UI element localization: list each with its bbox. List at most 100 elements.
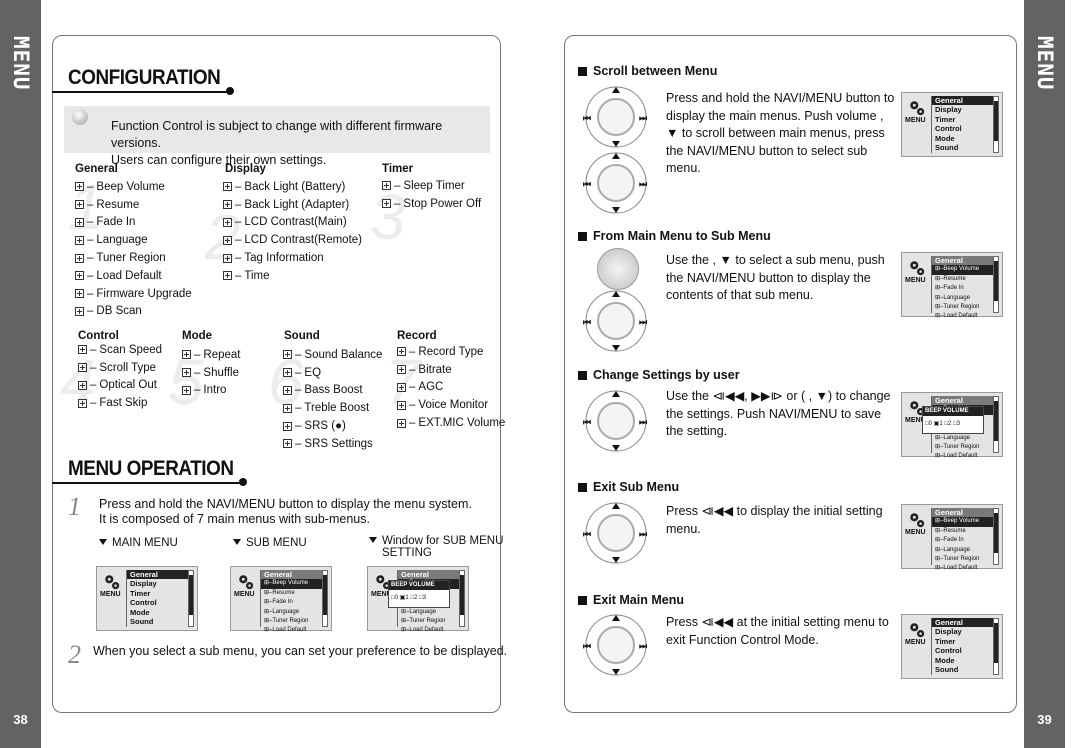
lcd-item-label: Language <box>943 294 971 301</box>
expand-plus-icon <box>223 235 232 245</box>
category-item-list: – Scan Speed – Scroll Type – Optical Out – Fast… <box>78 341 162 412</box>
lcd-menu-item: Control <box>935 124 962 134</box>
title-underline <box>52 482 242 484</box>
category-item-list: – Sleep Timer – Stop Power Off <box>382 177 481 213</box>
expand-plus-icon <box>75 217 84 227</box>
lcd-item-label: Load Default <box>943 313 978 320</box>
navi-wheel-hand-icon: ⏮ ⏭ <box>579 612 653 678</box>
item-label: Shuffle <box>203 366 240 379</box>
lightbulb-note-icon <box>72 109 88 125</box>
lcd-submenu-item: ⊞–Tuner Region <box>401 617 446 624</box>
square-bullet-icon <box>578 66 587 76</box>
lcd-item-label: Language <box>272 608 300 615</box>
item-label: Bitrate <box>418 363 452 376</box>
item-label: Back Light (Adapter) <box>244 198 350 211</box>
tree-dash: – <box>90 361 97 374</box>
tree-dash: – <box>235 234 242 247</box>
navi-button-icon <box>597 248 639 290</box>
svg-text:⏮: ⏮ <box>583 529 591 539</box>
lcd-option-label: 1 <box>939 421 943 427</box>
lcd-menu-item: Timer <box>130 588 151 598</box>
menu-tree-item: – Language <box>75 231 192 249</box>
subsection-heading: Exit Sub Menu <box>578 480 679 494</box>
expand-plus-icon <box>223 182 232 192</box>
item-label: Fade In <box>96 216 136 229</box>
category-item-list: – Repeat – Shuffle – Intro <box>182 346 241 399</box>
menu-tree-item: – Repeat <box>182 346 241 364</box>
lcd-submenu-item: ⊞–Tuner Region <box>264 617 309 624</box>
setting-lcd-screen: MENUGeneral⊞–Beep Volume⊞–Resume⊞–Fade I… <box>367 566 469 633</box>
category-heading: Timer <box>382 163 414 175</box>
lcd-item-label: Language <box>409 608 437 615</box>
tree-dash: – <box>87 216 94 229</box>
expand-plus-icon <box>75 253 84 263</box>
menu-tree-item: – Time <box>223 267 362 285</box>
lcd-header: General <box>932 508 994 518</box>
item-label: Time <box>244 269 270 282</box>
item-label: EQ <box>304 366 322 379</box>
lcd-item-label: Language <box>943 546 971 553</box>
expand-plus-icon <box>75 200 84 210</box>
lcd-item-label: Resume <box>943 527 966 534</box>
lcd-item-label: Load Default <box>272 627 307 634</box>
lcd-scrollbar <box>188 570 194 627</box>
lcd-scrollbar <box>993 256 999 313</box>
item-label: LCD Contrast(Remote) <box>244 234 362 247</box>
menu-tree-item: – Shuffle <box>182 364 241 382</box>
sub-lcd-screen: MENU General ⊞–Beep Volume ⊞–Resume ⊞–Fade I… <box>901 252 1003 320</box>
lcd-option-label: 0 <box>394 595 398 601</box>
svg-text:⏭: ⏭ <box>639 417 648 427</box>
lcd-submenu-item: ⊞–Fade In <box>264 599 293 606</box>
menu-tree-item: – Scan Speed <box>78 341 162 359</box>
expand-plus-icon <box>397 365 406 375</box>
lcd-option: □3 <box>952 421 960 427</box>
lcd-option-label: 3 <box>422 595 426 601</box>
lcd-submenu-item: ⊞–Load Default <box>264 627 307 634</box>
expand-plus-icon <box>182 350 191 360</box>
svg-text:⏭: ⏭ <box>639 641 648 651</box>
lcd-option-label: 3 <box>956 421 960 427</box>
left-side-tab: MENU 38 <box>0 0 41 748</box>
menu-tree-item: – LCD Contrast(Main) <box>223 214 362 232</box>
lcd-item-label: Tuner Region <box>943 303 980 310</box>
tree-dash: – <box>409 417 416 430</box>
expand-plus-icon <box>223 271 232 281</box>
expand-plus-icon <box>223 217 232 227</box>
category-item-list: – Record Type – Bitrate – AGC – Voice Monitor – E… <box>397 343 505 432</box>
item-label: Firmware Upgrade <box>96 287 192 300</box>
expand-plus-icon <box>397 400 406 410</box>
expand-plus-icon <box>78 345 87 355</box>
subsection-text: Use the , ▼ to select a sub menu, push t… <box>666 253 885 302</box>
expand-plus-icon <box>397 418 406 428</box>
item-label: Tag Information <box>244 252 324 265</box>
menu-tab-label: MENU <box>9 35 33 91</box>
menu-tree-item: – Bitrate <box>397 361 505 379</box>
item-label: Sleep Timer <box>403 179 465 192</box>
lcd-item-label: Beep Volume <box>943 518 980 525</box>
expand-plus-icon <box>397 382 406 392</box>
lcd-option: □3 <box>418 595 426 601</box>
lcd-item-label: Beep Volume <box>272 580 309 587</box>
menu-tree-item: – Load Default <box>75 267 192 285</box>
svg-text:⏭: ⏭ <box>639 113 648 123</box>
lcd-submenu-item: ⊞–Language <box>401 608 437 615</box>
triangle-down-icon <box>233 539 241 545</box>
tree-dash: – <box>194 384 201 397</box>
menu-tree-item: – EXT.MIC Volume <box>397 414 505 432</box>
expand-plus-icon <box>397 347 406 357</box>
lcd-option-label: 2 <box>947 421 952 427</box>
menu-tree-item: – Voice Monitor <box>397 396 505 414</box>
tree-dash: – <box>90 379 97 392</box>
main-lcd-screen: MENU General Display Timer Control Mode Sound <box>901 614 1003 679</box>
lcd-scrollbar <box>993 508 999 565</box>
lcd-menu-label: MENU <box>905 117 926 124</box>
item-label: SRS Settings <box>304 437 373 450</box>
expand-plus-icon <box>283 421 292 431</box>
gear-icon <box>103 573 121 591</box>
triangle-down-icon <box>99 539 107 545</box>
svg-text:⏮: ⏮ <box>583 641 591 651</box>
lcd-option-label: 1 <box>405 595 409 601</box>
lcd-scrollbar <box>993 618 999 675</box>
tree-dash: – <box>295 420 302 433</box>
heading-text: Scroll between Menu <box>593 64 718 78</box>
